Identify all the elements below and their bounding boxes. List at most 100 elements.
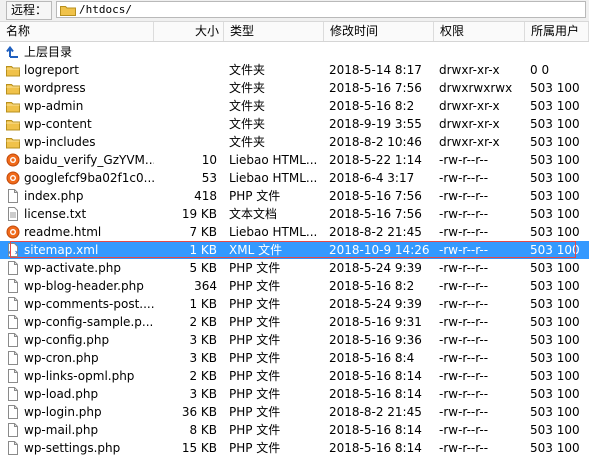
- file-type: 文件夹: [229, 63, 266, 77]
- file-owner: 503 100: [530, 333, 580, 347]
- file-owner: 503 100: [530, 297, 580, 311]
- file-row[interactable]: wp-config.php 3 KB PHP 文件 2018-5-16 9:36 -rw…: [0, 331, 589, 349]
- file-size: 15 KB: [181, 441, 217, 455]
- file-owner: 503 100: [530, 279, 580, 293]
- column-header-name[interactable]: 名称: [0, 22, 154, 41]
- file-type: PHP 文件: [229, 279, 281, 293]
- file-type: PHP 文件: [229, 261, 281, 275]
- file-icon: [8, 405, 18, 419]
- file-owner: 503 100: [530, 369, 580, 383]
- folder-icon: [6, 84, 20, 95]
- file-type: 文件夹: [229, 81, 266, 95]
- file-row[interactable]: readme.html 7 KB Liebao HTML... 2018-8-2 21…: [0, 223, 589, 241]
- file-owner: 503 100: [530, 441, 580, 455]
- file-permissions: -rw-r--r--: [439, 423, 489, 437]
- file-name: logreport: [24, 63, 79, 77]
- file-name: wp-settings.php: [24, 441, 121, 455]
- file-modified: 2018-5-16 7:56: [329, 81, 422, 95]
- file-row[interactable]: googlefcf9ba02f1c0... 53 Liebao HTML... 201…: [0, 169, 589, 187]
- file-name: baidu_verify_GzYVM...: [24, 153, 154, 167]
- file-name: wp-comments-post....: [24, 297, 154, 311]
- file-owner: 503 100: [530, 405, 580, 419]
- file-permissions: -rw-r--r--: [439, 279, 489, 293]
- file-icon: [8, 387, 18, 401]
- file-name: wp-content: [24, 117, 92, 131]
- file-permissions: -rw-r--r--: [439, 189, 489, 203]
- file-owner: 503 100: [530, 423, 580, 437]
- file-modified: 2018-5-16 8:2: [329, 99, 415, 113]
- file-size: 1 KB: [189, 243, 217, 257]
- file-row[interactable]: wp-cron.php 3 KB PHP 文件 2018-5-16 8:4 -rw-r-…: [0, 349, 589, 367]
- file-size: 3 KB: [189, 387, 217, 401]
- file-row[interactable]: license.txt 19 KB 文本文档 2018-5-16 7:56 -rw-r-…: [0, 205, 589, 223]
- file-row[interactable]: wp-blog-header.php 364 PHP 文件 2018-5-16 8:2…: [0, 277, 589, 295]
- file-row[interactable]: wp-settings.php 15 KB PHP 文件 2018-5-16 8:14…: [0, 439, 589, 457]
- file-size: 5 KB: [189, 261, 217, 275]
- file-row[interactable]: wp-content 文件夹 2018-9-19 3:55 drwxr-xr-x 503…: [0, 115, 589, 133]
- file-size: [154, 97, 217, 115]
- file-row[interactable]: wp-activate.php 5 KB PHP 文件 2018-5-24 9:39 -…: [0, 259, 589, 277]
- file-icon: [8, 189, 18, 203]
- file-modified: 2018-5-16 7:56: [329, 207, 422, 221]
- file-modified: 2018-5-16 9:36: [329, 333, 422, 347]
- file-permissions: -rw-r--r--: [439, 297, 489, 311]
- file-row[interactable]: wp-admin 文件夹 2018-5-16 8:2 drwxr-xr-x 503 10…: [0, 97, 589, 115]
- file-name: wp-blog-header.php: [24, 279, 144, 293]
- file-icon: [8, 315, 18, 329]
- column-header-modified[interactable]: 修改时间: [324, 22, 434, 41]
- file-name: wp-login.php: [24, 405, 102, 419]
- file-type: PHP 文件: [229, 441, 281, 455]
- file-row[interactable]: index.php 418 PHP 文件 2018-5-16 7:56 -rw-r--r…: [0, 187, 589, 205]
- file-size: 53: [201, 171, 217, 185]
- file-row[interactable]: logreport 文件夹 2018-5-14 8:17 drwxr-xr-x 0 0: [0, 61, 589, 79]
- column-header-owner[interactable]: 所属用户: [525, 22, 589, 41]
- file-modified: 2018-8-2 21:45: [329, 405, 422, 419]
- file-size: 10: [201, 153, 217, 167]
- file-owner: 503 100: [530, 207, 580, 221]
- file-modified: 2018-5-24 9:39: [329, 297, 422, 311]
- parent-directory-label: 上层目录: [24, 45, 73, 59]
- file-permissions: -rw-r--r--: [439, 171, 489, 185]
- file-row[interactable]: wp-load.php 3 KB PHP 文件 2018-5-16 8:14 -rw-r…: [0, 385, 589, 403]
- parent-directory-icon: [6, 45, 18, 58]
- file-name: wp-includes: [24, 135, 96, 149]
- file-name: wp-activate.php: [24, 261, 121, 275]
- file-name: readme.html: [24, 225, 102, 239]
- file-row[interactable]: wp-comments-post.... 1 KB PHP 文件 2018-5-24 …: [0, 295, 589, 313]
- file-owner: 503 100: [530, 153, 580, 167]
- column-header-size[interactable]: 大小: [154, 22, 224, 41]
- file-modified: 2018-5-16 8:14: [329, 441, 422, 455]
- file-row-selected[interactable]: sitemap.xml 1 KB XML 文件 2018-10-9 14:26 -rw-…: [0, 241, 589, 259]
- folder-icon: [6, 102, 20, 113]
- file-modified: 2018-5-22 1:14: [329, 153, 422, 167]
- file-modified: 2018-5-14 8:17: [329, 63, 422, 77]
- file-owner: 503 100: [530, 99, 580, 113]
- file-row[interactable]: wp-mail.php 8 KB PHP 文件 2018-5-16 8:14 -rw-r…: [0, 421, 589, 439]
- column-header-permissions[interactable]: 权限: [434, 22, 525, 41]
- file-permissions: -rw-r--r--: [439, 207, 489, 221]
- file-type: 文本文档: [229, 207, 278, 221]
- folder-icon: [6, 120, 20, 131]
- file-row[interactable]: wp-includes 文件夹 2018-8-2 10:46 drwxr-xr-x 50…: [0, 133, 589, 151]
- file-row[interactable]: wp-config-sample.p... 2 KB PHP 文件 2018-5-16…: [0, 313, 589, 331]
- file-modified: 2018-5-24 9:39: [329, 261, 422, 275]
- file-row[interactable]: wp-links-opml.php 2 KB PHP 文件 2018-5-16 8:1…: [0, 367, 589, 385]
- file-row[interactable]: wordpress 文件夹 2018-5-16 7:56 drwxrwxrwx 503 …: [0, 79, 589, 97]
- file-size: 2 KB: [189, 315, 217, 329]
- column-header-type[interactable]: 类型: [224, 22, 324, 41]
- file-row[interactable]: wp-login.php 36 KB PHP 文件 2018-8-2 21:45 -rw…: [0, 403, 589, 421]
- file-row[interactable]: baidu_verify_GzYVM... 10 Liebao HTML... 201…: [0, 151, 589, 169]
- file-type: PHP 文件: [229, 297, 281, 311]
- file-owner: 503 100: [530, 117, 580, 131]
- browser-html-icon: [6, 153, 20, 167]
- file-modified: 2018-8-2 21:45: [329, 225, 422, 239]
- file-modified: 2018-9-19 3:55: [329, 117, 422, 131]
- file-type: 文件夹: [229, 117, 266, 131]
- file-type: PHP 文件: [229, 315, 281, 329]
- file-modified: 2018-10-9 14:26: [329, 243, 430, 257]
- text-file-icon: [8, 207, 18, 221]
- file-name: wp-config.php: [24, 333, 110, 347]
- file-size: 3 KB: [189, 351, 217, 365]
- parent-directory-row[interactable]: 上层目录: [0, 43, 589, 61]
- remote-path-input[interactable]: /htdocs/: [56, 1, 586, 18]
